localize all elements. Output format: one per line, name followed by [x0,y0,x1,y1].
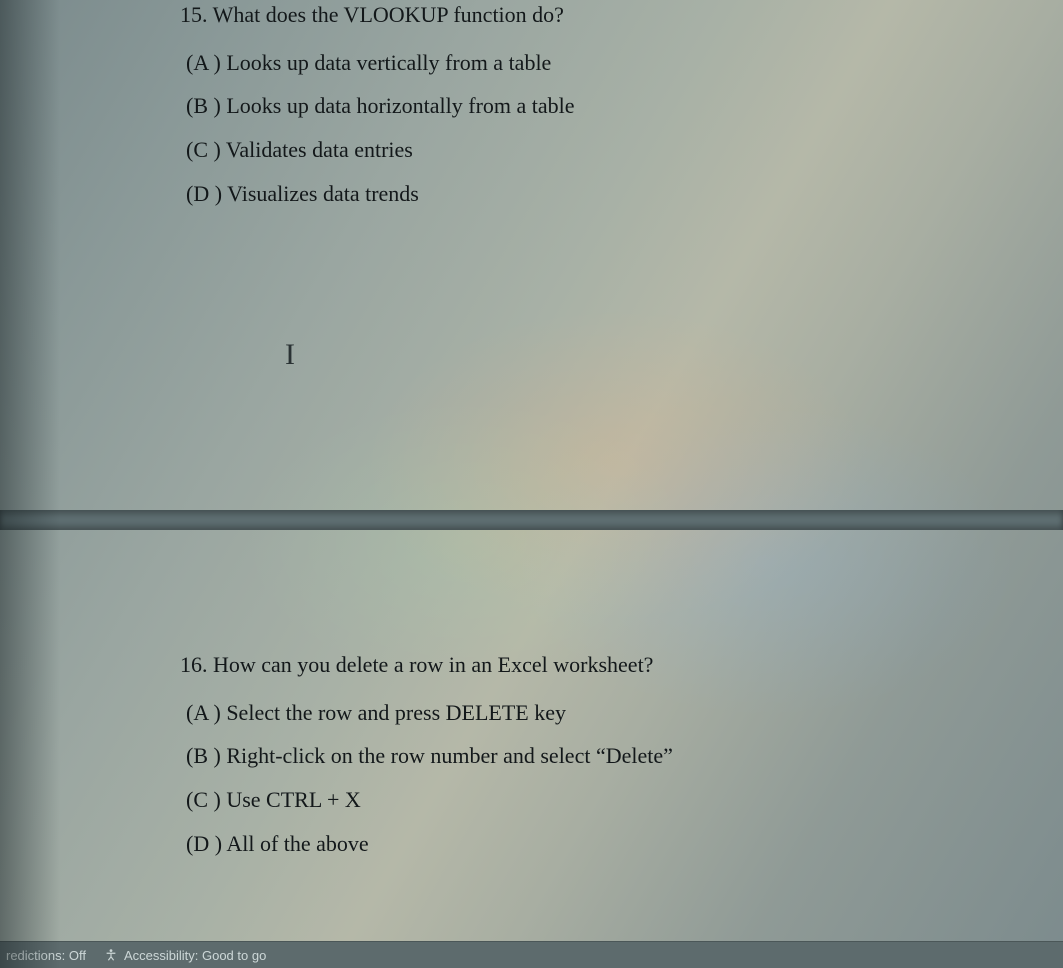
question-15-text: 15. What does the VLOOKUP function do? [180,0,1023,30]
question-16: 16. How can you delete a row in an Excel… [180,650,1023,872]
question-15-number: 15. [180,2,208,27]
status-predictions-label: redictions: Off [6,948,86,963]
question-16-option-a: (A ) Select the row and press DELETE key [186,698,1023,728]
status-accessibility-label: Accessibility: Good to go [124,948,266,963]
question-16-option-d: (D ) All of the above [186,829,1023,859]
status-bar: redictions: Off Accessibility: Good to g… [0,941,1063,968]
question-15-option-a: (A ) Looks up data vertically from a tab… [186,48,1023,78]
accessibility-icon [104,948,118,962]
text-cursor-icon: I [285,338,295,372]
question-15-option-d: (D ) Visualizes data trends [186,179,1023,209]
question-16-option-c: (C ) Use CTRL + X [186,785,1023,815]
question-16-number: 16. [180,652,208,677]
document-page-1[interactable]: 15. What does the VLOOKUP function do? (… [25,0,1063,510]
question-16-prompt: How can you delete a row in an Excel wor… [213,652,653,677]
status-accessibility[interactable]: Accessibility: Good to go [104,948,266,963]
question-15-prompt: What does the VLOOKUP function do? [213,2,564,27]
question-15: 15. What does the VLOOKUP function do? (… [180,0,1023,222]
status-predictions[interactable]: redictions: Off [6,948,86,963]
question-16-text: 16. How can you delete a row in an Excel… [180,650,1023,680]
document-page-2[interactable]: 16. How can you delete a row in an Excel… [25,530,1063,920]
question-16-option-b: (B ) Right-click on the row number and s… [186,741,1023,771]
screen-viewport: 15. What does the VLOOKUP function do? (… [0,0,1063,968]
question-15-option-b: (B ) Looks up data horizontally from a t… [186,91,1023,121]
question-15-option-c: (C ) Validates data entries [186,135,1023,165]
page-gap [0,510,1063,530]
